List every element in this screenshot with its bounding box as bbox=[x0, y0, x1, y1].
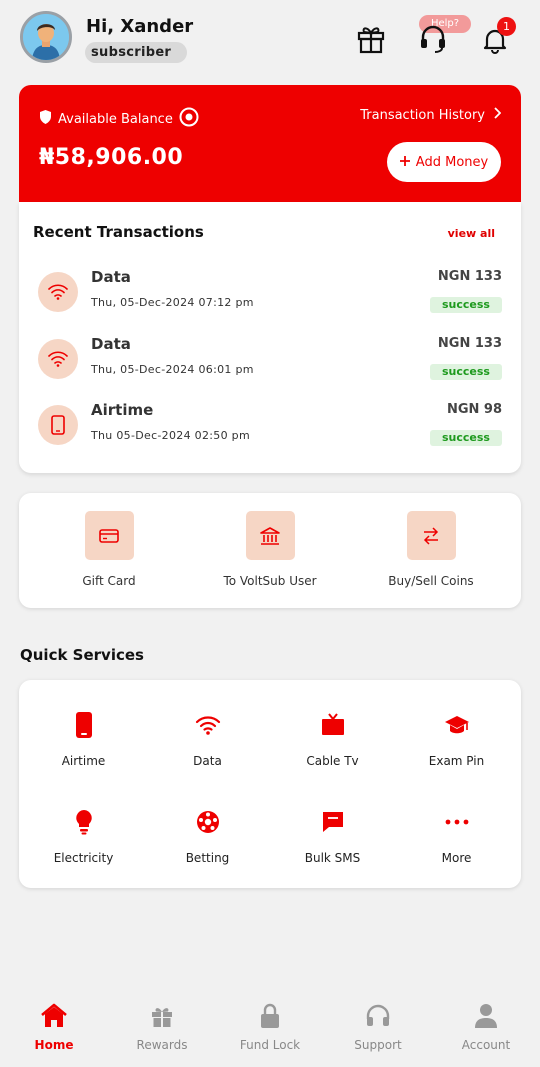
service-exam-pin[interactable]: Exam Pin bbox=[394, 712, 519, 768]
plus-icon bbox=[399, 155, 410, 170]
chevron-right-icon bbox=[493, 107, 502, 123]
swap-icon bbox=[406, 511, 456, 560]
balance-card: Available Balance Transaction History ₦5… bbox=[19, 85, 521, 202]
service-cable-tv[interactable]: Cable Tv bbox=[270, 712, 395, 768]
more-icon bbox=[444, 809, 470, 835]
view-all-link[interactable]: view all bbox=[448, 227, 495, 240]
status-badge: success bbox=[430, 364, 502, 380]
service-label: Cable Tv bbox=[306, 754, 359, 768]
transaction-name: Data bbox=[91, 335, 131, 353]
service-label: Betting bbox=[185, 851, 230, 865]
nav-support[interactable]: Support bbox=[324, 1002, 432, 1052]
transaction-name: Data bbox=[91, 268, 131, 286]
transaction-name: Airtime bbox=[91, 401, 154, 419]
service-data[interactable]: Data bbox=[145, 712, 270, 768]
available-balance-text: Available Balance bbox=[58, 111, 173, 127]
service-label: Exam Pin bbox=[428, 754, 485, 768]
quick-actions-card: Gift Card To VoltSub User Buy/Sell Coins bbox=[19, 493, 521, 608]
wifi-icon bbox=[195, 712, 221, 738]
service-label: Bulk SMS bbox=[304, 851, 361, 865]
nav-home[interactable]: Home bbox=[0, 1002, 108, 1052]
nav-label: Support bbox=[354, 1038, 402, 1052]
add-money-button[interactable]: Add Money bbox=[387, 142, 501, 182]
buy-sell-coins-button[interactable]: Buy/Sell Coins bbox=[351, 511, 511, 588]
status-badge: success bbox=[430, 430, 502, 446]
wifi-icon bbox=[38, 339, 78, 379]
bulb-icon bbox=[71, 809, 97, 835]
transaction-row[interactable]: Data Thu, 05-Dec-2024 06:01 pm NGN 133 s… bbox=[19, 333, 521, 393]
nav-rewards[interactable]: Rewards bbox=[108, 1002, 216, 1052]
transaction-row[interactable]: Airtime Thu 05-Dec-2024 02:50 pm NGN 98 … bbox=[19, 399, 521, 459]
headset-icon bbox=[363, 1002, 393, 1030]
app-header: Hi, Xander subscriber Help? 1 bbox=[0, 0, 540, 80]
eye-toggle-icon[interactable] bbox=[179, 107, 199, 131]
add-money-label: Add Money bbox=[415, 154, 489, 170]
to-voltsub-user-button[interactable]: To VoltSub User bbox=[190, 511, 350, 588]
service-electricity[interactable]: Electricity bbox=[21, 809, 146, 865]
gift-icon bbox=[147, 1002, 177, 1030]
service-betting[interactable]: Betting bbox=[145, 809, 270, 865]
wifi-icon bbox=[38, 272, 78, 312]
nav-label: Fund Lock bbox=[239, 1038, 301, 1052]
gift-card-button[interactable]: Gift Card bbox=[29, 511, 189, 588]
service-bulk-sms[interactable]: Bulk SMS bbox=[270, 809, 395, 865]
service-label: Data bbox=[193, 754, 222, 768]
nav-label: Home bbox=[34, 1038, 74, 1052]
quick-services-title: Quick Services bbox=[20, 646, 144, 664]
shield-icon bbox=[39, 110, 52, 128]
recent-transactions-title: Recent Transactions bbox=[33, 223, 204, 241]
status-badge: success bbox=[430, 297, 502, 313]
gift-card-label: Gift Card bbox=[82, 574, 136, 588]
bottom-navigation: Home Rewards Fund Lock Support Account bbox=[0, 990, 540, 1067]
phone-icon bbox=[38, 405, 78, 445]
nav-label: Rewards bbox=[136, 1038, 188, 1052]
home-icon bbox=[39, 1002, 69, 1030]
phone-icon bbox=[71, 712, 97, 738]
buy-sell-coins-label: Buy/Sell Coins bbox=[388, 574, 474, 588]
nav-account[interactable]: Account bbox=[432, 1002, 540, 1052]
service-label: More bbox=[441, 851, 472, 865]
quick-services-card: Airtime Data Cable Tv Exam Pin Electrici… bbox=[19, 680, 521, 888]
available-balance-label: Available Balance bbox=[39, 107, 199, 131]
transaction-row[interactable]: Data Thu, 05-Dec-2024 07:12 pm NGN 133 s… bbox=[19, 266, 521, 326]
nav-fund-lock[interactable]: Fund Lock bbox=[216, 1002, 324, 1052]
greeting-text: Hi, Xander bbox=[86, 16, 194, 37]
notification-badge: 1 bbox=[497, 17, 516, 36]
graduation-cap-icon bbox=[444, 712, 470, 738]
user-icon bbox=[471, 1002, 501, 1030]
recent-transactions-card: Recent Transactions view all Data Thu, 0… bbox=[19, 202, 521, 473]
role-badge: subscriber bbox=[85, 42, 188, 63]
lock-icon bbox=[255, 1002, 285, 1030]
avatar[interactable] bbox=[20, 11, 72, 63]
transaction-date: Thu, 05-Dec-2024 07:12 pm bbox=[91, 296, 254, 309]
message-icon bbox=[320, 809, 346, 835]
transaction-amount: NGN 133 bbox=[437, 336, 502, 351]
service-label: Electricity bbox=[53, 851, 114, 865]
transaction-history-text: Transaction History bbox=[360, 107, 485, 123]
service-label: Airtime bbox=[61, 754, 106, 768]
to-voltsub-user-label: To VoltSub User bbox=[223, 574, 317, 588]
tv-icon bbox=[320, 712, 346, 738]
transaction-history-link[interactable]: Transaction History bbox=[360, 107, 502, 123]
transaction-date: Thu 05-Dec-2024 02:50 pm bbox=[91, 429, 250, 442]
balance-amount: ₦58,906.00 bbox=[39, 145, 184, 170]
ball-icon bbox=[195, 809, 221, 835]
gift-icon[interactable] bbox=[356, 22, 386, 54]
service-more[interactable]: More bbox=[394, 809, 519, 865]
transaction-amount: NGN 133 bbox=[437, 269, 502, 284]
card-icon bbox=[84, 511, 134, 560]
nav-label: Account bbox=[461, 1038, 511, 1052]
transaction-date: Thu, 05-Dec-2024 06:01 pm bbox=[91, 363, 254, 376]
service-airtime[interactable]: Airtime bbox=[21, 712, 146, 768]
bank-icon bbox=[245, 511, 295, 560]
headset-icon[interactable] bbox=[418, 22, 448, 54]
transaction-amount: NGN 98 bbox=[446, 402, 502, 417]
